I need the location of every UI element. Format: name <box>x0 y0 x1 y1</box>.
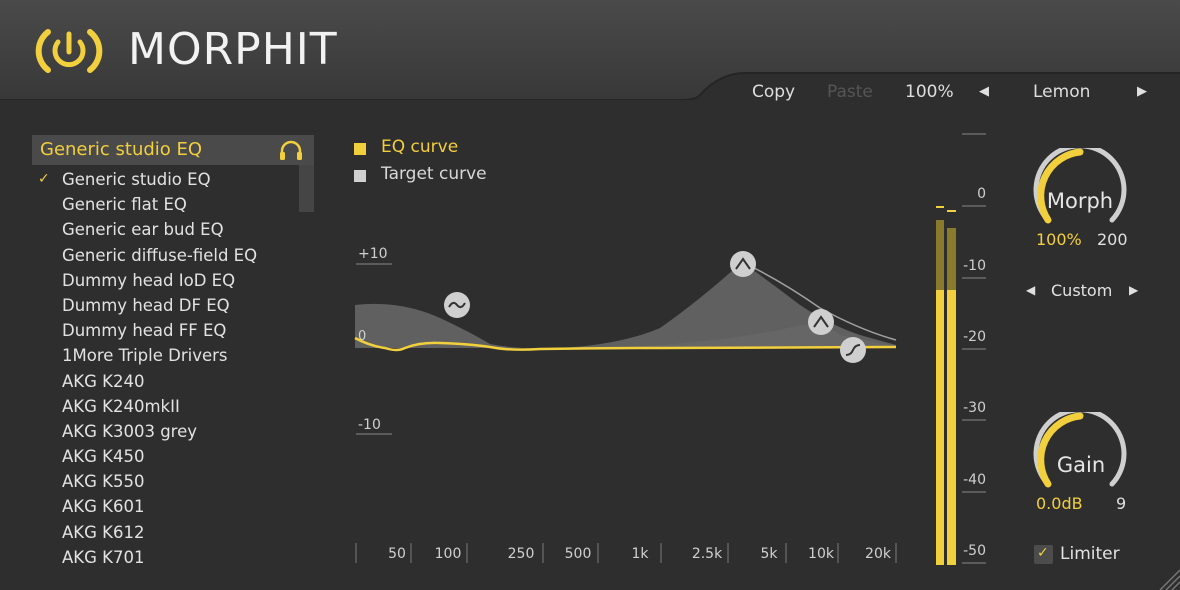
paste-button[interactable]: Paste <box>827 82 873 102</box>
preset-item[interactable]: AKG K3003 grey <box>32 419 298 444</box>
check-icon: ✓ <box>38 171 50 187</box>
preset-item[interactable]: AKG K601 <box>32 494 298 519</box>
eq-graph[interactable]: +10 -10 0 <box>340 228 910 438</box>
freq-label: 10k <box>808 546 835 562</box>
limiter-label: Limiter <box>1060 544 1120 564</box>
limiter-check-icon: ✓ <box>1037 545 1049 561</box>
morph-value[interactable]: 100% <box>1036 230 1082 249</box>
high-peak-handle[interactable] <box>808 309 834 335</box>
preset-item-label: AKG K240mkII <box>62 396 180 416</box>
freq-label: 100 <box>435 546 462 562</box>
plus10-label: +10 <box>358 246 388 262</box>
preset-item-label: Generic studio EQ <box>62 170 211 189</box>
preset-item[interactable]: Generic flat EQ <box>32 192 298 217</box>
meter-scale-label: -10 <box>963 258 986 274</box>
freq-label: 250 <box>508 546 535 562</box>
gain-value[interactable]: 0.0dB <box>1036 494 1083 513</box>
preset-item[interactable]: AKG K550 <box>32 469 298 494</box>
legend-eq-curve: EQ curve <box>354 137 554 159</box>
preset-item[interactable]: 1More Triple Drivers <box>32 343 298 368</box>
freq-label: 500 <box>565 546 592 562</box>
high-shelf-handle[interactable] <box>840 337 866 363</box>
theme-next-arrow-icon[interactable]: ▶ <box>1137 84 1147 99</box>
preset-item[interactable]: Dummy head IoD EQ <box>32 268 298 293</box>
preset-selector-label: Generic studio EQ <box>40 139 203 160</box>
preset-item[interactable]: AKG K450 <box>32 444 298 469</box>
preset-item-label: AKG K550 <box>62 472 145 492</box>
mode-label[interactable]: Custom <box>1051 281 1112 300</box>
theme-name[interactable]: Lemon <box>1033 82 1090 102</box>
meter-scale-label: -30 <box>963 400 986 416</box>
preset-item-label: Dummy head IoD EQ <box>62 270 236 290</box>
preset-item[interactable]: AKG K612 <box>32 520 298 545</box>
preset-selector[interactable]: Generic studio EQ <box>32 135 314 165</box>
morph-label: Morph <box>1046 189 1114 213</box>
morph-max: 200 <box>1097 230 1128 249</box>
preset-item[interactable]: Dummy head DF EQ <box>32 293 298 318</box>
freq-label: 50 <box>388 546 406 562</box>
meter-scale-label: -50 <box>963 543 986 559</box>
preset-item[interactable]: AKG K701 <box>32 545 298 570</box>
preset-item-label: Dummy head FF EQ <box>62 321 227 341</box>
meter-scale-label: -20 <box>963 329 986 345</box>
meter-bar-right <box>947 290 956 565</box>
meter-scale-label: 0 <box>977 186 986 202</box>
preset-item[interactable]: ✓ Generic studio EQ <box>32 167 298 192</box>
headphone-icon[interactable] <box>278 138 304 162</box>
preset-item[interactable]: AKG K240mkII <box>32 394 298 419</box>
eq-curve-swatch <box>354 143 366 155</box>
preset-item[interactable]: Dummy head FF EQ <box>32 318 298 343</box>
copy-button[interactable]: Copy <box>752 82 795 102</box>
freq-label: 2.5k <box>692 546 723 562</box>
preset-item-label: AKG K450 <box>62 447 145 467</box>
target-curve-legend-label: Target curve <box>381 164 487 184</box>
target-curve-swatch <box>354 170 366 182</box>
preset-item-label: AKG K701 <box>62 547 145 567</box>
preset-item-label: 1More Triple Drivers <box>62 346 228 366</box>
power-logo-icon <box>35 29 103 73</box>
mode-next-arrow-icon[interactable]: ▶ <box>1129 283 1138 297</box>
theme-prev-arrow-icon[interactable]: ◀ <box>979 84 989 99</box>
legend-target-curve: Target curve <box>354 164 554 186</box>
preset-item-label: Generic flat EQ <box>62 195 187 215</box>
meter-bar-left <box>936 290 944 565</box>
preset-item-label: AKG K612 <box>62 522 145 542</box>
app-title: MORPHIT <box>128 24 338 75</box>
peak-band-handle[interactable] <box>730 251 756 277</box>
freq-label: 20k <box>865 546 892 562</box>
preset-item[interactable]: AKG K240 <box>32 369 298 394</box>
preset-item-label: Dummy head DF EQ <box>62 295 230 315</box>
preset-item-label: AKG K3003 grey <box>62 421 198 441</box>
resize-grip-icon[interactable] <box>1150 560 1180 590</box>
freq-label: 1k <box>631 546 649 562</box>
eq-curve-legend-label: EQ curve <box>381 137 459 157</box>
preset-item[interactable]: Generic diffuse-field EQ <box>32 243 298 268</box>
limiter-checkbox[interactable]: ✓ <box>1034 545 1053 564</box>
gain-label: Gain <box>1056 453 1106 477</box>
preset-item-label: AKG K601 <box>62 497 145 517</box>
mode-selector: ◀ Custom ▶ <box>1022 280 1142 304</box>
level-meter: 0 -10 -20 -30 -40 -50 <box>936 133 986 565</box>
zoom-button[interactable]: 100% <box>905 82 954 102</box>
meter-scale-label: -40 <box>963 472 986 488</box>
preset-scrollbar[interactable] <box>299 165 314 212</box>
minus10-label: -10 <box>358 417 381 433</box>
preset-list: ✓ Generic studio EQ Generic flat EQ Generic… <box>32 167 298 570</box>
freq-label: 5k <box>760 546 778 562</box>
low-shelf-handle[interactable] <box>444 292 470 318</box>
preset-item-label: Generic diffuse-field EQ <box>62 245 258 265</box>
frequency-axis: 50 100 250 500 1k 2.5k 5k 10k 20k <box>355 543 897 563</box>
gain-max: 9 <box>1116 494 1127 513</box>
preset-item-label: Generic ear bud EQ <box>62 220 224 240</box>
preset-item-label: AKG K240 <box>62 371 145 391</box>
mode-prev-arrow-icon[interactable]: ◀ <box>1026 283 1035 297</box>
preset-item[interactable]: Generic ear bud EQ <box>32 217 298 242</box>
